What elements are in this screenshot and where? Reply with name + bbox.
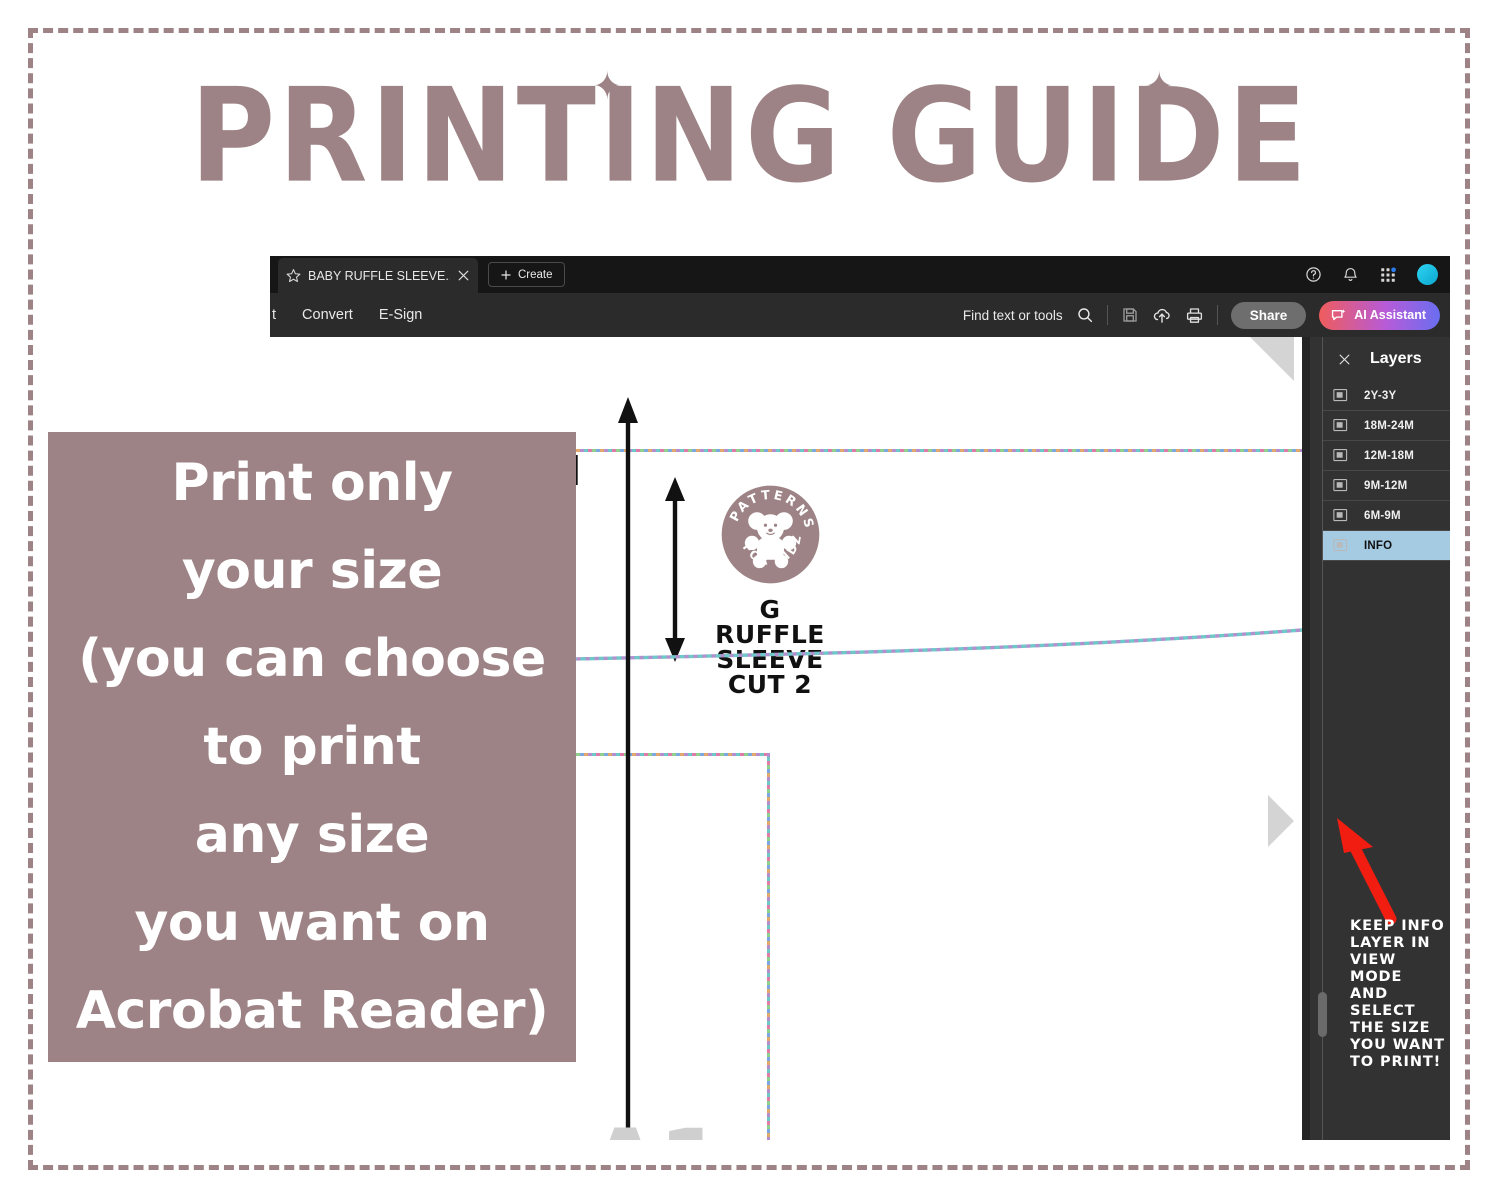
create-button-label: Create [518, 268, 553, 281]
layer-row[interactable]: 18M-24M [1323, 411, 1450, 441]
layer-label: 9M-12M [1364, 479, 1408, 492]
overlay-line: any size [194, 805, 430, 865]
layer-label: 6M-9M [1364, 509, 1401, 522]
print-icon[interactable] [1185, 306, 1204, 325]
page-edge-shadow [1302, 337, 1310, 1140]
cloud-upload-icon[interactable] [1152, 305, 1172, 325]
overlay-line: Acrobat Reader) [75, 981, 549, 1041]
layer-row[interactable]: 6M-9M [1323, 501, 1450, 531]
ai-assistant-label: AI Assistant [1354, 308, 1426, 322]
menu-bar: t Convert E-Sign [270, 307, 422, 323]
pattern-cut-line-a1-right [767, 753, 770, 1140]
toolbar-divider [1106, 305, 1108, 325]
apps-grid-icon[interactable] [1379, 266, 1397, 284]
close-icon[interactable] [457, 269, 470, 282]
layer-visibility-icon[interactable] [1333, 538, 1350, 553]
piece-label-line: G [759, 595, 781, 624]
document-tab[interactable]: BABY RUFFLE SLEEVE... [278, 258, 478, 293]
star-icon: ✦ [1145, 64, 1177, 109]
create-button[interactable]: Create [488, 262, 565, 287]
toolbar-divider [1216, 305, 1218, 325]
pattern-notch-triangle [1268, 795, 1294, 847]
layer-visibility-icon[interactable] [1333, 418, 1350, 433]
patterns-for-kidz-logo: PATTERNS FOR KIDZ [721, 485, 820, 584]
layer-label: INFO [1364, 539, 1393, 552]
annotation-text: KEEP INFO LAYER IN VIEW MODE AND SELECT … [1350, 918, 1450, 1071]
overlay-line: (you can choose [78, 629, 546, 689]
annotation-line: YOU WANT TO PRINT! [1350, 1037, 1445, 1070]
grainline-arrow-icon [618, 397, 638, 1140]
ai-assistant-button[interactable]: AI Assistant [1319, 300, 1440, 330]
panel-scrollbar[interactable] [1318, 992, 1327, 1037]
toolbar-actions: Find text or tools Share AI Assistant [963, 293, 1440, 337]
instruction-overlay: Print only your size (you can choose to … [48, 432, 576, 1062]
toolbar: t Convert E-Sign Find text or tools Shar… [270, 293, 1450, 337]
page-title-text: PRINTING GUIDE [190, 60, 1310, 212]
layer-visibility-icon[interactable] [1333, 508, 1350, 523]
layers-panel-title: Layers [1370, 350, 1422, 367]
titlebar-icon-group [1305, 256, 1438, 293]
close-icon[interactable] [1337, 352, 1352, 367]
plus-icon [500, 269, 512, 281]
annotation-line: KEEP INFO LAYER IN VIEW MODE [1350, 918, 1445, 985]
ai-sparkle-icon [1330, 307, 1347, 324]
menu-item-esign[interactable]: E-Sign [379, 307, 423, 323]
layer-label: 2Y-3Y [1364, 389, 1397, 402]
menu-item-convert[interactable]: Convert [302, 307, 353, 323]
star-icon: ✦ [593, 64, 625, 109]
bell-icon[interactable] [1342, 266, 1359, 283]
overlay-line: Print only [171, 453, 453, 513]
menu-item-clipped[interactable]: t [272, 307, 276, 323]
layer-row[interactable]: 2Y-3Y [1323, 381, 1450, 411]
save-icon[interactable] [1121, 306, 1139, 324]
share-button[interactable]: Share [1230, 301, 1307, 329]
layer-visibility-icon[interactable] [1333, 478, 1350, 493]
avatar[interactable] [1417, 264, 1438, 285]
overlay-line: your size [181, 541, 443, 601]
pattern-cut-line-top [532, 449, 1302, 452]
layer-row[interactable]: 9M-12M [1323, 471, 1450, 501]
layers-panel-header: Layers ⋯ [1323, 337, 1450, 381]
star-icon[interactable] [286, 268, 301, 283]
page-title: PRINTING GUIDE ✦ ✦ [0, 68, 1500, 202]
overlay-line: to print [203, 717, 421, 777]
layer-label: 18M-24M [1364, 419, 1414, 432]
find-input-label[interactable]: Find text or tools [963, 308, 1063, 323]
layers-list: 2Y-3Y 18M-24M 12M-18M 9M-12M 6M-9M INFO [1323, 381, 1450, 561]
tab-strip: BABY RUFFLE SLEEVE... Create [270, 256, 1450, 293]
help-icon[interactable] [1305, 266, 1322, 283]
annotation-line: AND SELECT THE SIZE [1350, 986, 1431, 1036]
layer-row-selected[interactable]: INFO [1323, 531, 1450, 561]
pattern-corner-triangle [1250, 337, 1294, 381]
document-tab-title: BABY RUFFLE SLEEVE... [308, 268, 450, 283]
layer-label: 12M-18M [1364, 449, 1414, 462]
annotation-arrow-icon [1337, 818, 1397, 925]
layer-row[interactable]: 12M-18M [1323, 441, 1450, 471]
search-icon[interactable] [1076, 306, 1094, 324]
layer-visibility-icon[interactable] [1333, 388, 1350, 403]
page-section-watermark: A1 [588, 1117, 725, 1140]
overlay-line: you want on [134, 893, 490, 953]
layer-visibility-icon[interactable] [1333, 448, 1350, 463]
